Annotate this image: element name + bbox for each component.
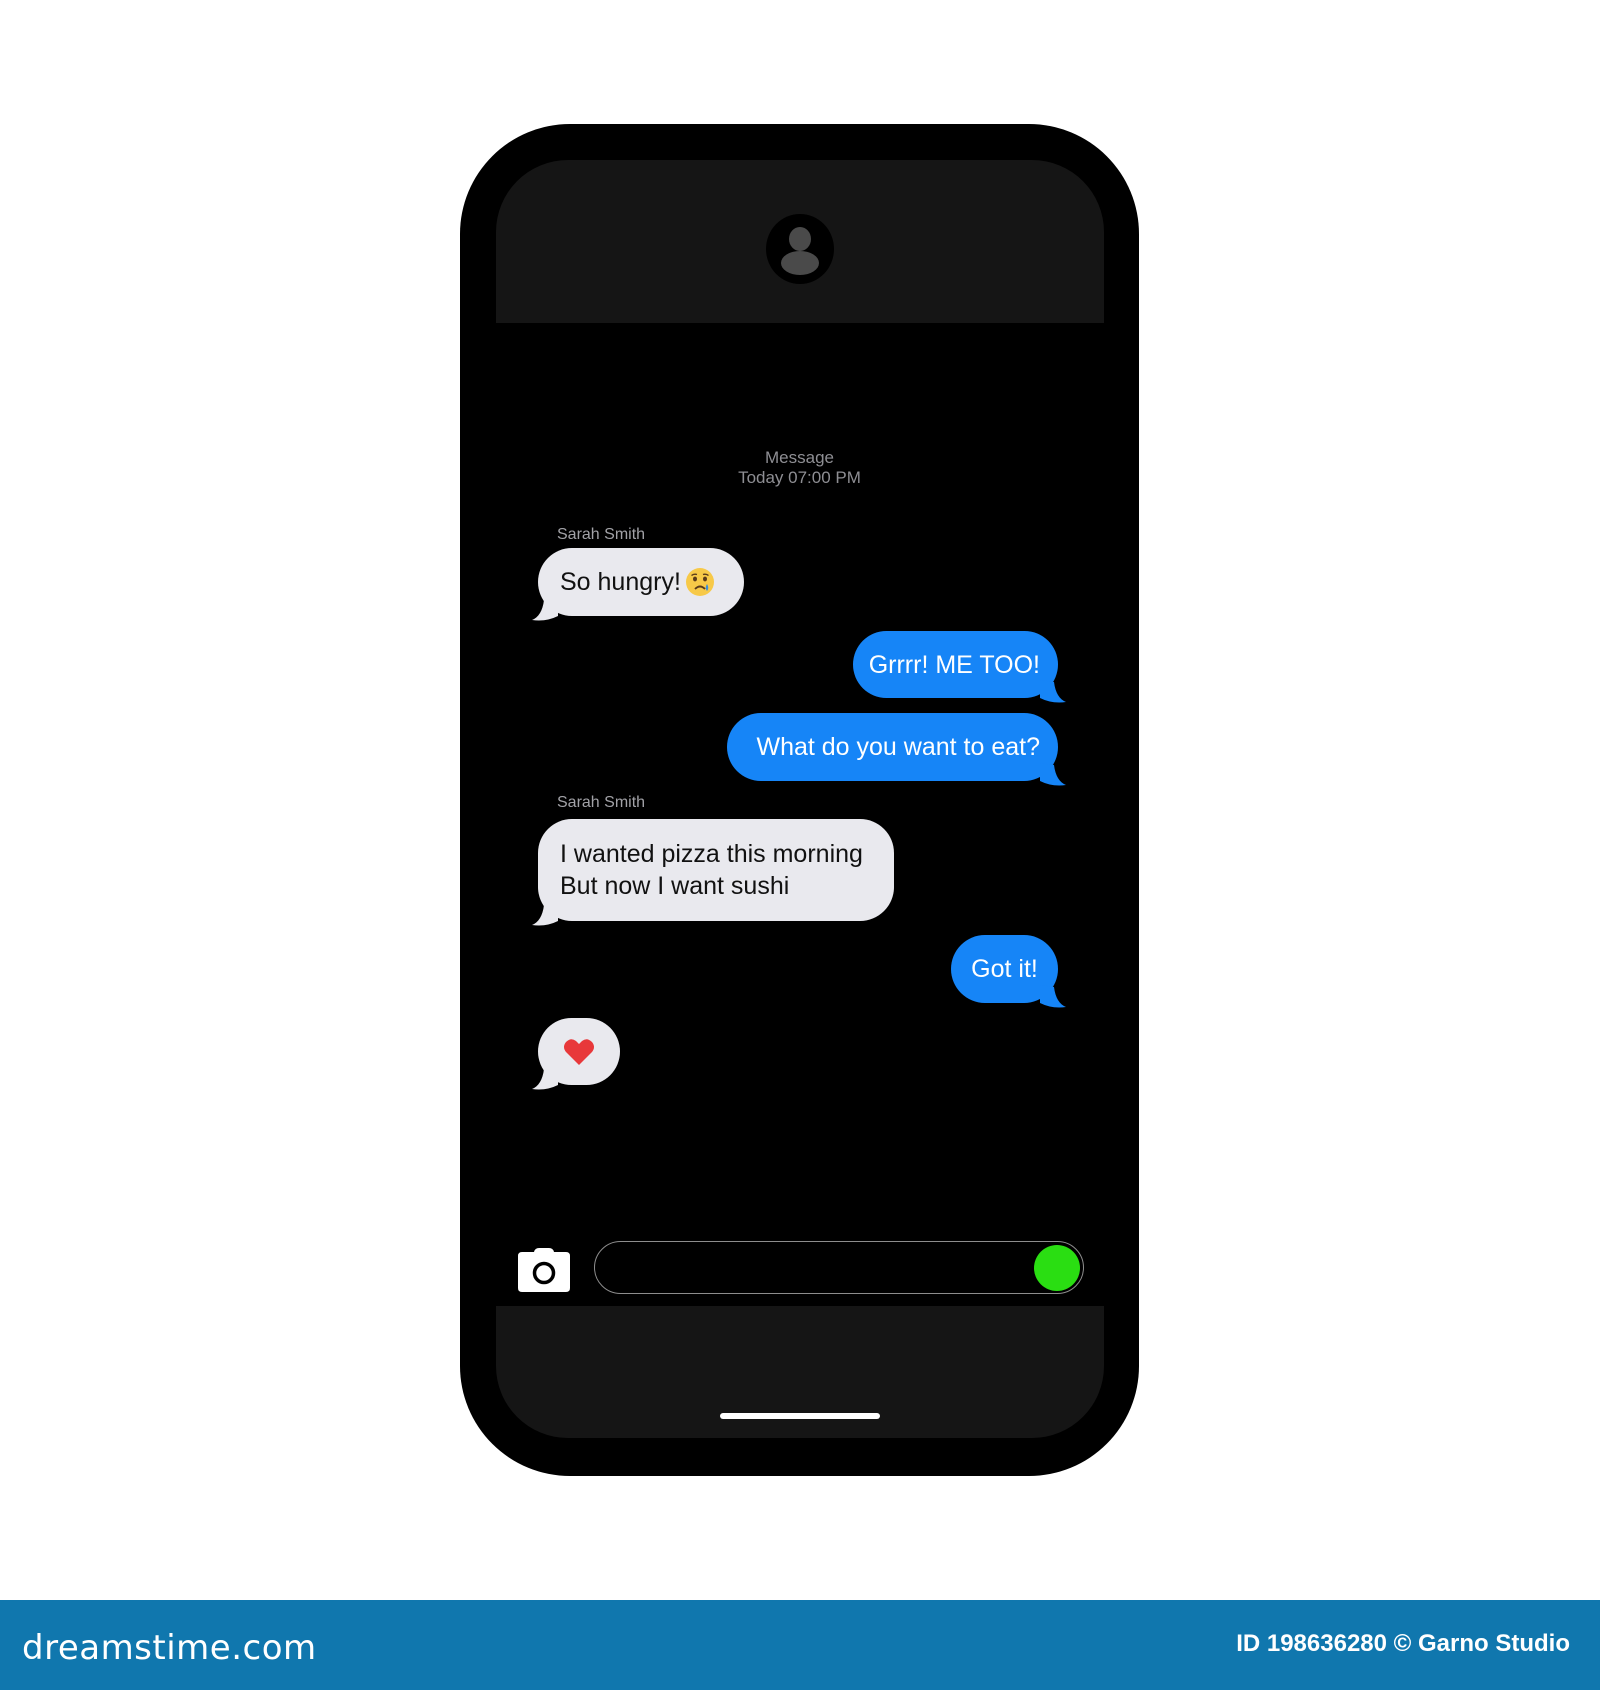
message-sender: Sarah Smith: [557, 794, 646, 811]
bubble-tail: [532, 1067, 558, 1090]
message-input[interactable]: [594, 1241, 1084, 1294]
bubble-tail: [532, 903, 558, 926]
message-text: Got it!: [971, 955, 1038, 983]
crying-face-emoji-icon: [685, 568, 714, 596]
footer-credit: ID 198636280 © Garno Studio: [1236, 1630, 1570, 1657]
conversation-header: [496, 160, 1104, 323]
bubble-tail: [1040, 763, 1066, 786]
bubble-tail: [1040, 985, 1066, 1008]
message-bubble-incoming[interactable]: So hungry!: [532, 548, 744, 621]
phone-frame: Message Today 07:00 PM Sarah Smith So hu…: [460, 124, 1139, 1476]
conversation-timestamp: Today 07:00 PM: [738, 468, 861, 487]
message-text: What do you want to eat?: [756, 733, 1040, 761]
message-text-line: But now I want sushi: [560, 872, 790, 900]
footer-logo[interactable]: dreamstime.com: [22, 1628, 317, 1668]
bubble-tail: [532, 598, 558, 621]
contact-avatar-icon[interactable]: [764, 213, 836, 285]
message-bubble-outgoing[interactable]: What do you want to eat?: [727, 713, 1066, 786]
send-button[interactable]: [1034, 1245, 1080, 1291]
watermark-footer: dreamstime.com ID 198636280 © Garno Stud…: [0, 1600, 1600, 1690]
message-text: Grrrr! ME TOO!: [868, 650, 1040, 679]
message-sender: Sarah Smith: [557, 526, 646, 543]
message-bubble-outgoing[interactable]: Grrrr! ME TOO!: [853, 631, 1066, 703]
red-heart-icon: [564, 1038, 594, 1065]
bottom-panel: [496, 1306, 1104, 1438]
bubble-tail: [1040, 680, 1066, 703]
camera-icon[interactable]: [518, 1248, 570, 1292]
message-text: So hungry!: [560, 568, 681, 596]
message-bubble-incoming[interactable]: [532, 1018, 620, 1090]
message-bubble-outgoing[interactable]: Got it!: [951, 935, 1066, 1008]
message-bubble-incoming[interactable]: I wanted pizza this morning But now I wa…: [532, 819, 894, 926]
conversation-title: Message: [765, 448, 834, 467]
message-text-line: I wanted pizza this morning: [560, 840, 863, 868]
home-indicator[interactable]: [720, 1413, 880, 1419]
